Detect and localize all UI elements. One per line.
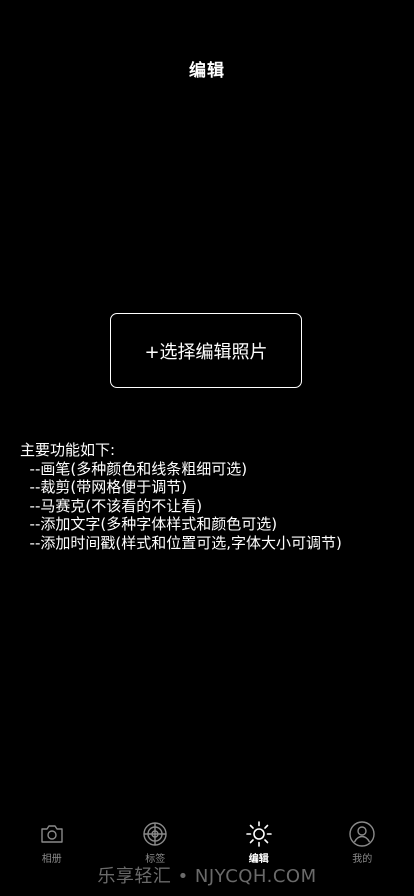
feature-item-mosaic: --马赛克(不该看的不让看): [20, 496, 203, 515]
select-photo-button-label: +选择编辑照片: [144, 341, 268, 363]
select-photo-button[interactable]: +选择编辑照片: [110, 313, 302, 388]
user-icon: [349, 821, 375, 847]
sun-icon: [245, 821, 272, 847]
feature-item-brush: --画笔(多种颜色和线条粗细可选): [20, 459, 248, 478]
feature-item-timestamp: --添加时间戳(样式和位置可选,字体大小可调节): [20, 533, 342, 552]
feature-item-text: --添加文字(多种字体样式和颜色可选): [20, 515, 278, 533]
page-title: 编辑: [189, 61, 225, 81]
feature-list: 主要功能如下: --画笔(多种颜色和线条粗细可选) --裁剪(带网格便于调节) …: [20, 441, 342, 552]
watermark: 乐享轻汇 • NJYCQH.COM: [97, 866, 317, 887]
feature-list-title: 主要功能如下:: [20, 441, 116, 459]
target-icon: [143, 822, 167, 846]
camera-icon: [41, 825, 63, 843]
feature-item-crop: --裁剪(带网格便于调节): [20, 478, 188, 496]
